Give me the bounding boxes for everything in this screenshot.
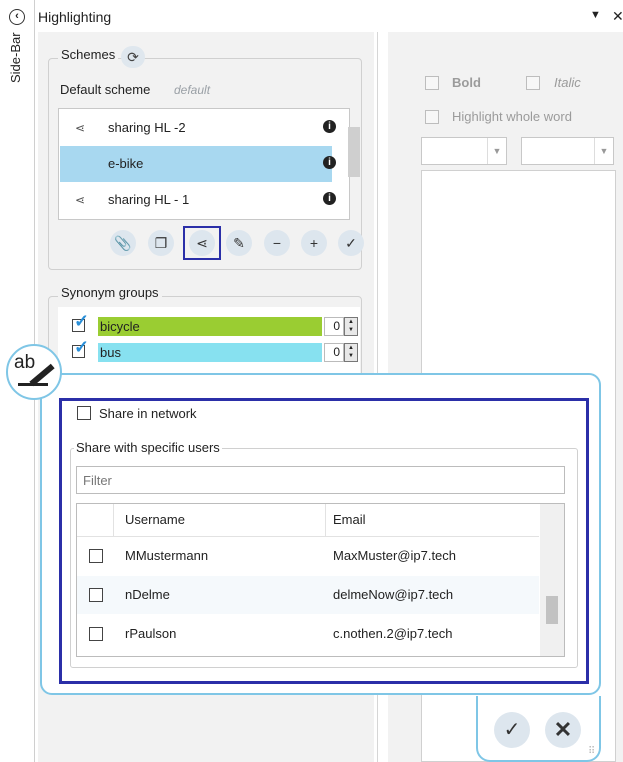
table-row[interactable]: nDelme delmeNow@ip7.tech	[77, 576, 539, 614]
spinner-icon[interactable]: ▲ ▼	[344, 343, 358, 362]
username-cell: MMustermann	[125, 548, 209, 563]
username-cell: rPaulson	[125, 626, 177, 641]
highlight-icon: ab	[14, 352, 36, 373]
schemes-list[interactable]: ⋖ sharing HL -2 i e-bike i ⋖ sharing HL …	[58, 108, 350, 220]
schemes-scrollbar[interactable]	[348, 127, 360, 177]
table-row[interactable]: MMustermann MaxMuster@ip7.tech	[77, 537, 539, 575]
email-cell: delmeNow@ip7.tech	[333, 587, 454, 602]
synonym-count[interactable]: 0	[324, 317, 344, 336]
user-checkbox[interactable]	[89, 549, 103, 563]
share-network-label: Share in network	[99, 406, 197, 421]
share-button-highlight	[183, 226, 221, 260]
email-cell: c.nothen.2@ip7.tech	[333, 626, 453, 641]
panel-title: Highlighting	[38, 9, 112, 25]
share-network-checkbox[interactable]	[77, 406, 91, 420]
email-column-header[interactable]: Email	[333, 512, 366, 527]
specific-users-legend: Share with specific users	[74, 440, 222, 455]
check-icon: ✓	[74, 311, 90, 331]
synonym-count[interactable]: 0	[324, 343, 344, 362]
bold-checkbox[interactable]	[425, 76, 439, 90]
chevron-down-icon: ▼	[487, 138, 506, 164]
email-cell: MaxMuster@ip7.tech	[333, 548, 457, 563]
confirm-icon[interactable]: ✓	[494, 712, 530, 748]
username-cell: nDelme	[125, 587, 170, 602]
column-separator[interactable]	[113, 504, 114, 536]
close-panel-icon[interactable]: ✕	[612, 8, 623, 25]
whole-word-checkbox[interactable]	[425, 110, 439, 124]
italic-label: Italic	[554, 75, 581, 90]
filter-input[interactable]	[76, 466, 565, 494]
underline-icon	[18, 383, 48, 386]
refresh-icon[interactable]: ⟳	[121, 46, 145, 68]
font-dropdown[interactable]: ▼	[421, 137, 507, 165]
default-scheme-value: default	[174, 83, 211, 97]
users-scrollbar[interactable]	[540, 504, 564, 656]
users-table[interactable]: Username Email MMustermann MaxMuster@ip7…	[76, 503, 565, 657]
default-scheme-label: Default scheme	[60, 82, 151, 97]
scheme-label: e-bike	[108, 156, 144, 171]
scheme-label: sharing HL -2	[108, 120, 186, 135]
size-dropdown[interactable]: ▼	[521, 137, 614, 165]
apply-icon[interactable]: ✓	[338, 230, 364, 256]
info-icon[interactable]: i	[323, 156, 336, 169]
table-row[interactable]: rPaulson c.nothen.2@ip7.tech	[77, 615, 539, 653]
copy-icon[interactable]: ❐	[148, 230, 174, 256]
scheme-label: sharing HL - 1	[108, 192, 190, 207]
italic-checkbox[interactable]	[526, 76, 540, 90]
scrollbar-thumb[interactable]	[546, 596, 558, 624]
schemes-legend: Schemes	[58, 47, 119, 62]
scheme-item[interactable]: ⋖ sharing HL -2 i	[60, 110, 336, 146]
remove-icon[interactable]: −	[264, 230, 290, 256]
attach-icon[interactable]: 📎	[110, 230, 136, 256]
whole-word-label: Highlight whole word	[452, 109, 572, 124]
scheme-item[interactable]: ⋖ sharing HL - 1 i	[60, 182, 336, 218]
synonym-label: bus	[98, 343, 322, 362]
info-icon[interactable]: i	[323, 120, 336, 133]
share-icon: ⋖	[75, 121, 86, 135]
check-icon: ✓	[74, 337, 90, 357]
resize-grip-icon[interactable]: ⠿	[588, 746, 596, 757]
column-separator[interactable]	[325, 504, 326, 536]
edit-icon[interactable]: ✎	[226, 230, 252, 256]
share-icon: ⋖	[75, 193, 86, 207]
users-table-header: Username Email	[77, 504, 539, 537]
user-checkbox[interactable]	[89, 627, 103, 641]
synonym-list[interactable]: ✓ bicycle 0 ▲ ▼ ✓ bus 0 ▲ ▼	[58, 307, 360, 377]
bold-label: Bold	[452, 75, 481, 90]
cancel-icon[interactable]: ✕	[545, 712, 581, 748]
side-bar-label[interactable]: Side-Bar	[8, 32, 23, 94]
synonym-label: bicycle	[98, 317, 322, 336]
chevron-down-icon: ▼	[594, 138, 613, 164]
spinner-icon[interactable]: ▲ ▼	[344, 317, 358, 336]
username-column-header[interactable]: Username	[125, 512, 185, 527]
collapse-sidebar-icon[interactable]: ‹	[9, 9, 25, 25]
scheme-item-selected[interactable]: e-bike i	[60, 146, 336, 182]
synonym-groups-legend: Synonym groups	[58, 285, 162, 300]
add-icon[interactable]: +	[301, 230, 327, 256]
user-checkbox[interactable]	[89, 588, 103, 602]
pin-dropdown-icon[interactable]: ▼	[590, 9, 601, 21]
info-icon[interactable]: i	[323, 192, 336, 205]
